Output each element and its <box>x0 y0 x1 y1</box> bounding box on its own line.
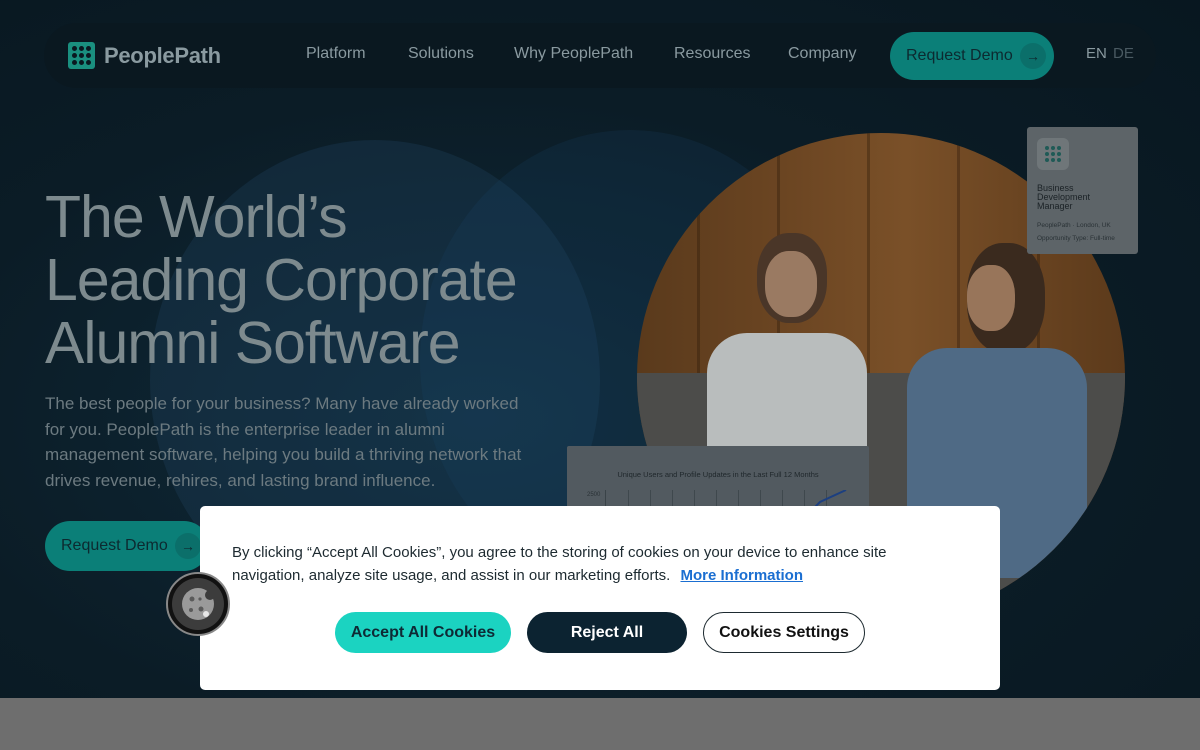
hero-title-line: The World’s <box>45 184 348 250</box>
top-navbar: PeoplePath Platform Solutions Why People… <box>44 23 1156 88</box>
job-location: PeoplePath · London, UK <box>1037 222 1111 229</box>
hero-subtitle: The best people for your business? Many … <box>45 394 522 490</box>
hero-request-demo-button[interactable]: Request Demo → <box>45 521 209 571</box>
cookies-settings-button[interactable]: Cookies Settings <box>703 612 865 653</box>
more-information-link[interactable]: More Information <box>680 567 803 584</box>
nav-link-why-peoplepath[interactable]: Why PeoplePath <box>514 45 633 63</box>
brand-name: PeoplePath <box>104 42 221 68</box>
chart-axis-label: 2500 <box>587 492 601 498</box>
nav-link-platform[interactable]: Platform <box>306 45 366 63</box>
peoplepath-logo-icon <box>68 42 95 69</box>
nav-request-demo-button[interactable]: Request Demo → <box>890 32 1054 80</box>
reject-all-button[interactable]: Reject All <box>527 612 687 653</box>
hero-title-line: Alumni Software <box>45 310 461 376</box>
cookie-consent-text: By clicking “Accept All Cookies”, you ag… <box>232 541 932 587</box>
brand-logo[interactable]: PeoplePath <box>68 42 221 69</box>
accept-all-cookies-button[interactable]: Accept All Cookies <box>335 612 511 653</box>
nav-link-resources[interactable]: Resources <box>674 45 750 63</box>
arrow-right-icon: → <box>1020 43 1046 69</box>
hero-title-line: Leading Corporate <box>45 247 518 313</box>
chart-title: Unique Users and Profile Updates in the … <box>617 470 819 479</box>
lang-de[interactable]: DE <box>1113 45 1134 62</box>
cookie-consent-banner: By clicking “Accept All Cookies”, you ag… <box>200 506 1000 690</box>
job-meta: PeoplePath · London, UK Opportunity Type… <box>1037 219 1128 245</box>
nav-link-company[interactable]: Company <box>788 45 856 63</box>
job-type: Opportunity Type: Full-time <box>1037 235 1115 242</box>
cookie-preferences-button[interactable] <box>166 572 230 636</box>
nav-request-demo-label: Request Demo <box>906 47 1013 64</box>
job-title: Business Development Manager <box>1037 183 1091 211</box>
lang-en[interactable]: EN <box>1086 45 1107 62</box>
cookie-icon <box>172 578 224 630</box>
nav-link-solutions[interactable]: Solutions <box>408 45 474 63</box>
hero-request-demo-label: Request Demo <box>61 537 168 554</box>
hero-title: The World’s Leading Corporate Alumni Sof… <box>45 186 565 375</box>
job-opportunity-card: Business Development Manager PeoplePath … <box>1027 127 1138 254</box>
arrow-right-icon: → <box>175 533 201 559</box>
page-footer-strip <box>0 698 1200 750</box>
peoplepath-logo-icon <box>1037 138 1069 170</box>
